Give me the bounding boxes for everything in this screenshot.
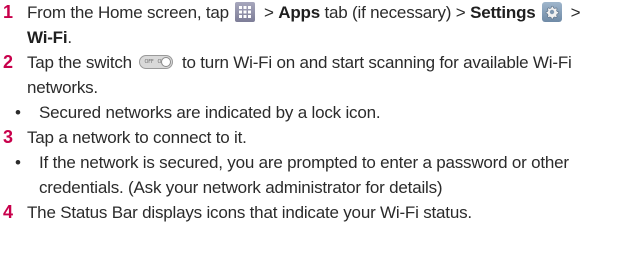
settings-gear-icon bbox=[542, 2, 563, 22]
step-text: The Status Bar displays icons that indic… bbox=[27, 203, 472, 222]
step-1-mid: tab (if necessary) > bbox=[324, 3, 466, 22]
switch-off-label: OFF bbox=[144, 59, 154, 65]
step-text: From the Home screen, tap > Apps tab (if… bbox=[27, 0, 630, 50]
step-number: 3 bbox=[3, 127, 13, 147]
separator: > bbox=[570, 3, 581, 22]
note-text: If the network is secured, you are promp… bbox=[39, 153, 569, 197]
bullet: • bbox=[15, 103, 21, 122]
switch-knob bbox=[161, 57, 172, 67]
step-text: Tap a network to connect to it. bbox=[27, 128, 247, 147]
period: . bbox=[67, 28, 72, 47]
apps-tab-label: Apps bbox=[278, 3, 320, 22]
toggle-switch-icon: OFF ON bbox=[139, 55, 174, 69]
step-number: 1 bbox=[3, 2, 13, 22]
bullet: • bbox=[15, 153, 21, 172]
settings-label: Settings bbox=[470, 3, 536, 22]
step-1-intro: From the Home screen, tap bbox=[27, 3, 229, 22]
note-text: Secured networks are indicated by a lock… bbox=[39, 103, 381, 122]
step-2-note: • Secured networks are indicated by a loc… bbox=[15, 100, 630, 125]
instruction-document: 1 From the Home screen, tap > Apps tab (… bbox=[0, 0, 634, 254]
step-3-note: • If the network is secured, you are prom… bbox=[15, 150, 630, 200]
separator: > bbox=[263, 3, 274, 22]
step-text: Tap the switch OFF ON to turn Wi-Fi on a… bbox=[27, 50, 630, 100]
step-number: 2 bbox=[3, 52, 13, 72]
step-number: 4 bbox=[3, 202, 13, 222]
step-2-intro: Tap the switch bbox=[27, 53, 132, 72]
wifi-label: Wi-Fi bbox=[27, 28, 68, 47]
apps-grid-icon bbox=[235, 2, 256, 22]
